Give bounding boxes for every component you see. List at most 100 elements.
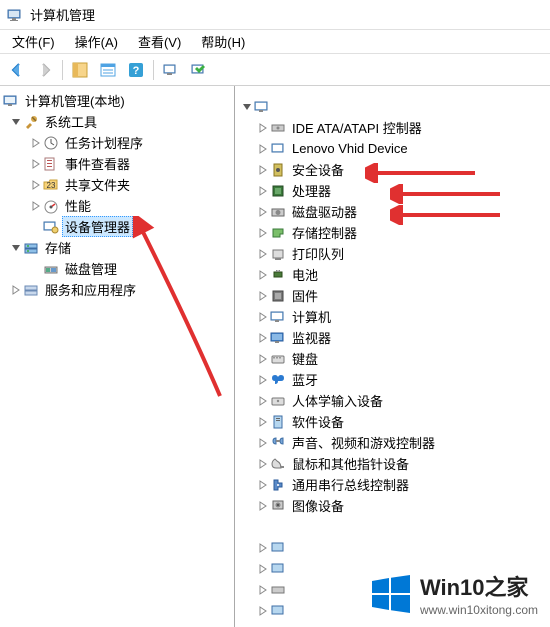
device-icon	[269, 476, 287, 494]
expander-icon[interactable]	[257, 605, 269, 617]
expander-icon[interactable]	[10, 242, 22, 254]
device-category-label: 固件	[289, 285, 321, 306]
device-category[interactable]: 人体学输入设备	[235, 390, 550, 411]
device-category-label: 声音、视频和游戏控制器	[289, 432, 438, 453]
device-category-label: 存储控制器	[289, 222, 360, 243]
menu-file[interactable]: 文件(F)	[4, 30, 63, 53]
device-category[interactable]: 软件设备	[235, 411, 550, 432]
expander-icon[interactable]	[30, 179, 42, 191]
device-category[interactable]: 通用串行总线控制器	[235, 474, 550, 495]
tree-root[interactable]: 计算机管理(本地)	[0, 90, 234, 111]
menu-action[interactable]: 操作(A)	[67, 30, 126, 53]
expander-icon[interactable]	[241, 101, 253, 113]
menu-view[interactable]: 查看(V)	[130, 30, 189, 53]
device-category[interactable]: 监视器	[235, 327, 550, 348]
tree-label: 任务计划程序	[62, 132, 146, 153]
expander-icon[interactable]	[257, 332, 269, 344]
svg-text:23: 23	[47, 181, 56, 190]
toolbar: ?	[0, 54, 550, 86]
expander-icon[interactable]	[257, 374, 269, 386]
tree-performance[interactable]: 性能	[0, 195, 234, 216]
device-icon	[269, 308, 287, 326]
tree-event-viewer[interactable]: 事件查看器	[0, 153, 234, 174]
expander-icon[interactable]	[257, 395, 269, 407]
back-button[interactable]	[4, 57, 30, 83]
device-icon	[269, 602, 287, 620]
device-category[interactable]: 处理器	[235, 180, 550, 201]
expander-icon[interactable]	[257, 437, 269, 449]
device-category-label: 处理器	[289, 180, 334, 201]
device-category-label: 蓝牙	[289, 369, 321, 390]
device-category[interactable]	[235, 537, 550, 558]
device-icon	[269, 392, 287, 410]
expander-icon[interactable]	[30, 137, 42, 149]
device-category-label: 监视器	[289, 327, 334, 348]
expander-icon[interactable]	[30, 158, 42, 170]
device-icon	[269, 182, 287, 200]
device-category[interactable]: 存储控制器	[235, 222, 550, 243]
device-category[interactable]: 声音、视频和游戏控制器	[235, 432, 550, 453]
help-button[interactable]: ?	[123, 57, 149, 83]
expander-icon[interactable]	[257, 227, 269, 239]
device-category[interactable]: 打印队列	[235, 243, 550, 264]
expander-icon[interactable]	[257, 164, 269, 176]
device-category-label: 软件设备	[289, 411, 347, 432]
device-category[interactable]: 键盘	[235, 348, 550, 369]
expander-icon[interactable]	[257, 542, 269, 554]
tree-services-apps[interactable]: 服务和应用程序	[0, 279, 234, 300]
expander-icon[interactable]	[257, 458, 269, 470]
expander-icon[interactable]	[257, 206, 269, 218]
device-icon	[269, 371, 287, 389]
device-root[interactable]	[235, 96, 550, 117]
menu-help[interactable]: 帮助(H)	[193, 30, 253, 53]
device-category[interactable]: Lenovo Vhid Device	[235, 138, 550, 159]
performance-icon	[42, 197, 60, 215]
device-category[interactable]: IDE ATA/ATAPI 控制器	[235, 117, 550, 138]
tree-system-tools[interactable]: 系统工具	[0, 111, 234, 132]
device-icon	[269, 245, 287, 263]
device-category[interactable]: 鼠标和其他指针设备	[235, 453, 550, 474]
tree-task-scheduler[interactable]: 任务计划程序	[0, 132, 234, 153]
tree-disk-management[interactable]: 磁盘管理	[0, 258, 234, 279]
expander-icon[interactable]	[257, 584, 269, 596]
tree-storage[interactable]: 存储	[0, 237, 234, 258]
device-category[interactable]: 计算机	[235, 306, 550, 327]
expander-icon[interactable]	[257, 353, 269, 365]
left-pane: 计算机管理(本地) 系统工具 任务计划程序	[0, 86, 235, 627]
tree-shared-folders[interactable]: 23 共享文件夹	[0, 174, 234, 195]
device-category[interactable]: 固件	[235, 285, 550, 306]
tree-label: 存储	[42, 237, 74, 258]
expander-icon[interactable]	[257, 185, 269, 197]
show-hide-tree-button[interactable]	[67, 57, 93, 83]
device-category[interactable]: 蓝牙	[235, 369, 550, 390]
device-category[interactable]: 安全设备	[235, 159, 550, 180]
uninstall-button[interactable]	[186, 57, 212, 83]
properties-button[interactable]	[95, 57, 121, 83]
expander-icon[interactable]	[257, 269, 269, 281]
device-category[interactable]: 磁盘驱动器	[235, 201, 550, 222]
device-category[interactable]: 图像设备	[235, 495, 550, 516]
expander-icon[interactable]	[257, 248, 269, 260]
event-viewer-icon	[42, 155, 60, 173]
expander-icon[interactable]	[10, 284, 22, 296]
forward-button[interactable]	[32, 57, 58, 83]
tree-label: 系统工具	[42, 111, 100, 132]
device-category-label: IDE ATA/ATAPI 控制器	[289, 117, 425, 138]
tree-label: 磁盘管理	[62, 258, 120, 279]
device-icon	[269, 287, 287, 305]
expander-icon[interactable]	[257, 290, 269, 302]
expander-icon[interactable]	[257, 143, 269, 155]
expander-icon[interactable]	[30, 200, 42, 212]
expander-icon[interactable]	[10, 116, 22, 128]
computer-icon	[253, 98, 271, 116]
expander-icon[interactable]	[257, 416, 269, 428]
expander-icon[interactable]	[257, 500, 269, 512]
tree-device-manager[interactable]: 设备管理器	[0, 216, 234, 237]
device-category[interactable]: 电池	[235, 264, 550, 285]
device-icon	[269, 413, 287, 431]
refresh-button[interactable]	[158, 57, 184, 83]
expander-icon[interactable]	[257, 563, 269, 575]
expander-icon[interactable]	[257, 311, 269, 323]
expander-icon[interactable]	[257, 479, 269, 491]
expander-icon[interactable]	[257, 122, 269, 134]
